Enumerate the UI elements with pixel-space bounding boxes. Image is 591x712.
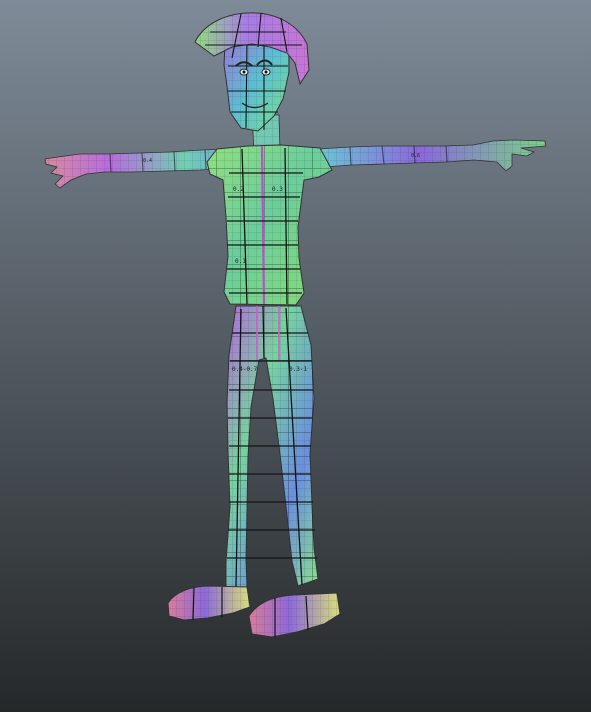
svg-text:0.3-1: 0.3-1 <box>289 366 307 373</box>
svg-text:0.1: 0.1 <box>235 258 246 265</box>
3d-viewport[interactable]: 0.4 0.6 0.2 0.3 0.1 0.4-0.7 0.3-1 <box>0 0 591 712</box>
svg-text:0.4-0.7: 0.4-0.7 <box>232 366 258 373</box>
viewport-canvas[interactable]: 0.4 0.6 0.2 0.3 0.1 0.4-0.7 0.3-1 <box>0 0 591 712</box>
svg-text:0.3: 0.3 <box>272 186 283 193</box>
svg-text:0.2: 0.2 <box>233 186 244 193</box>
svg-text:0.6: 0.6 <box>411 153 420 159</box>
svg-text:0.4: 0.4 <box>143 158 152 164</box>
